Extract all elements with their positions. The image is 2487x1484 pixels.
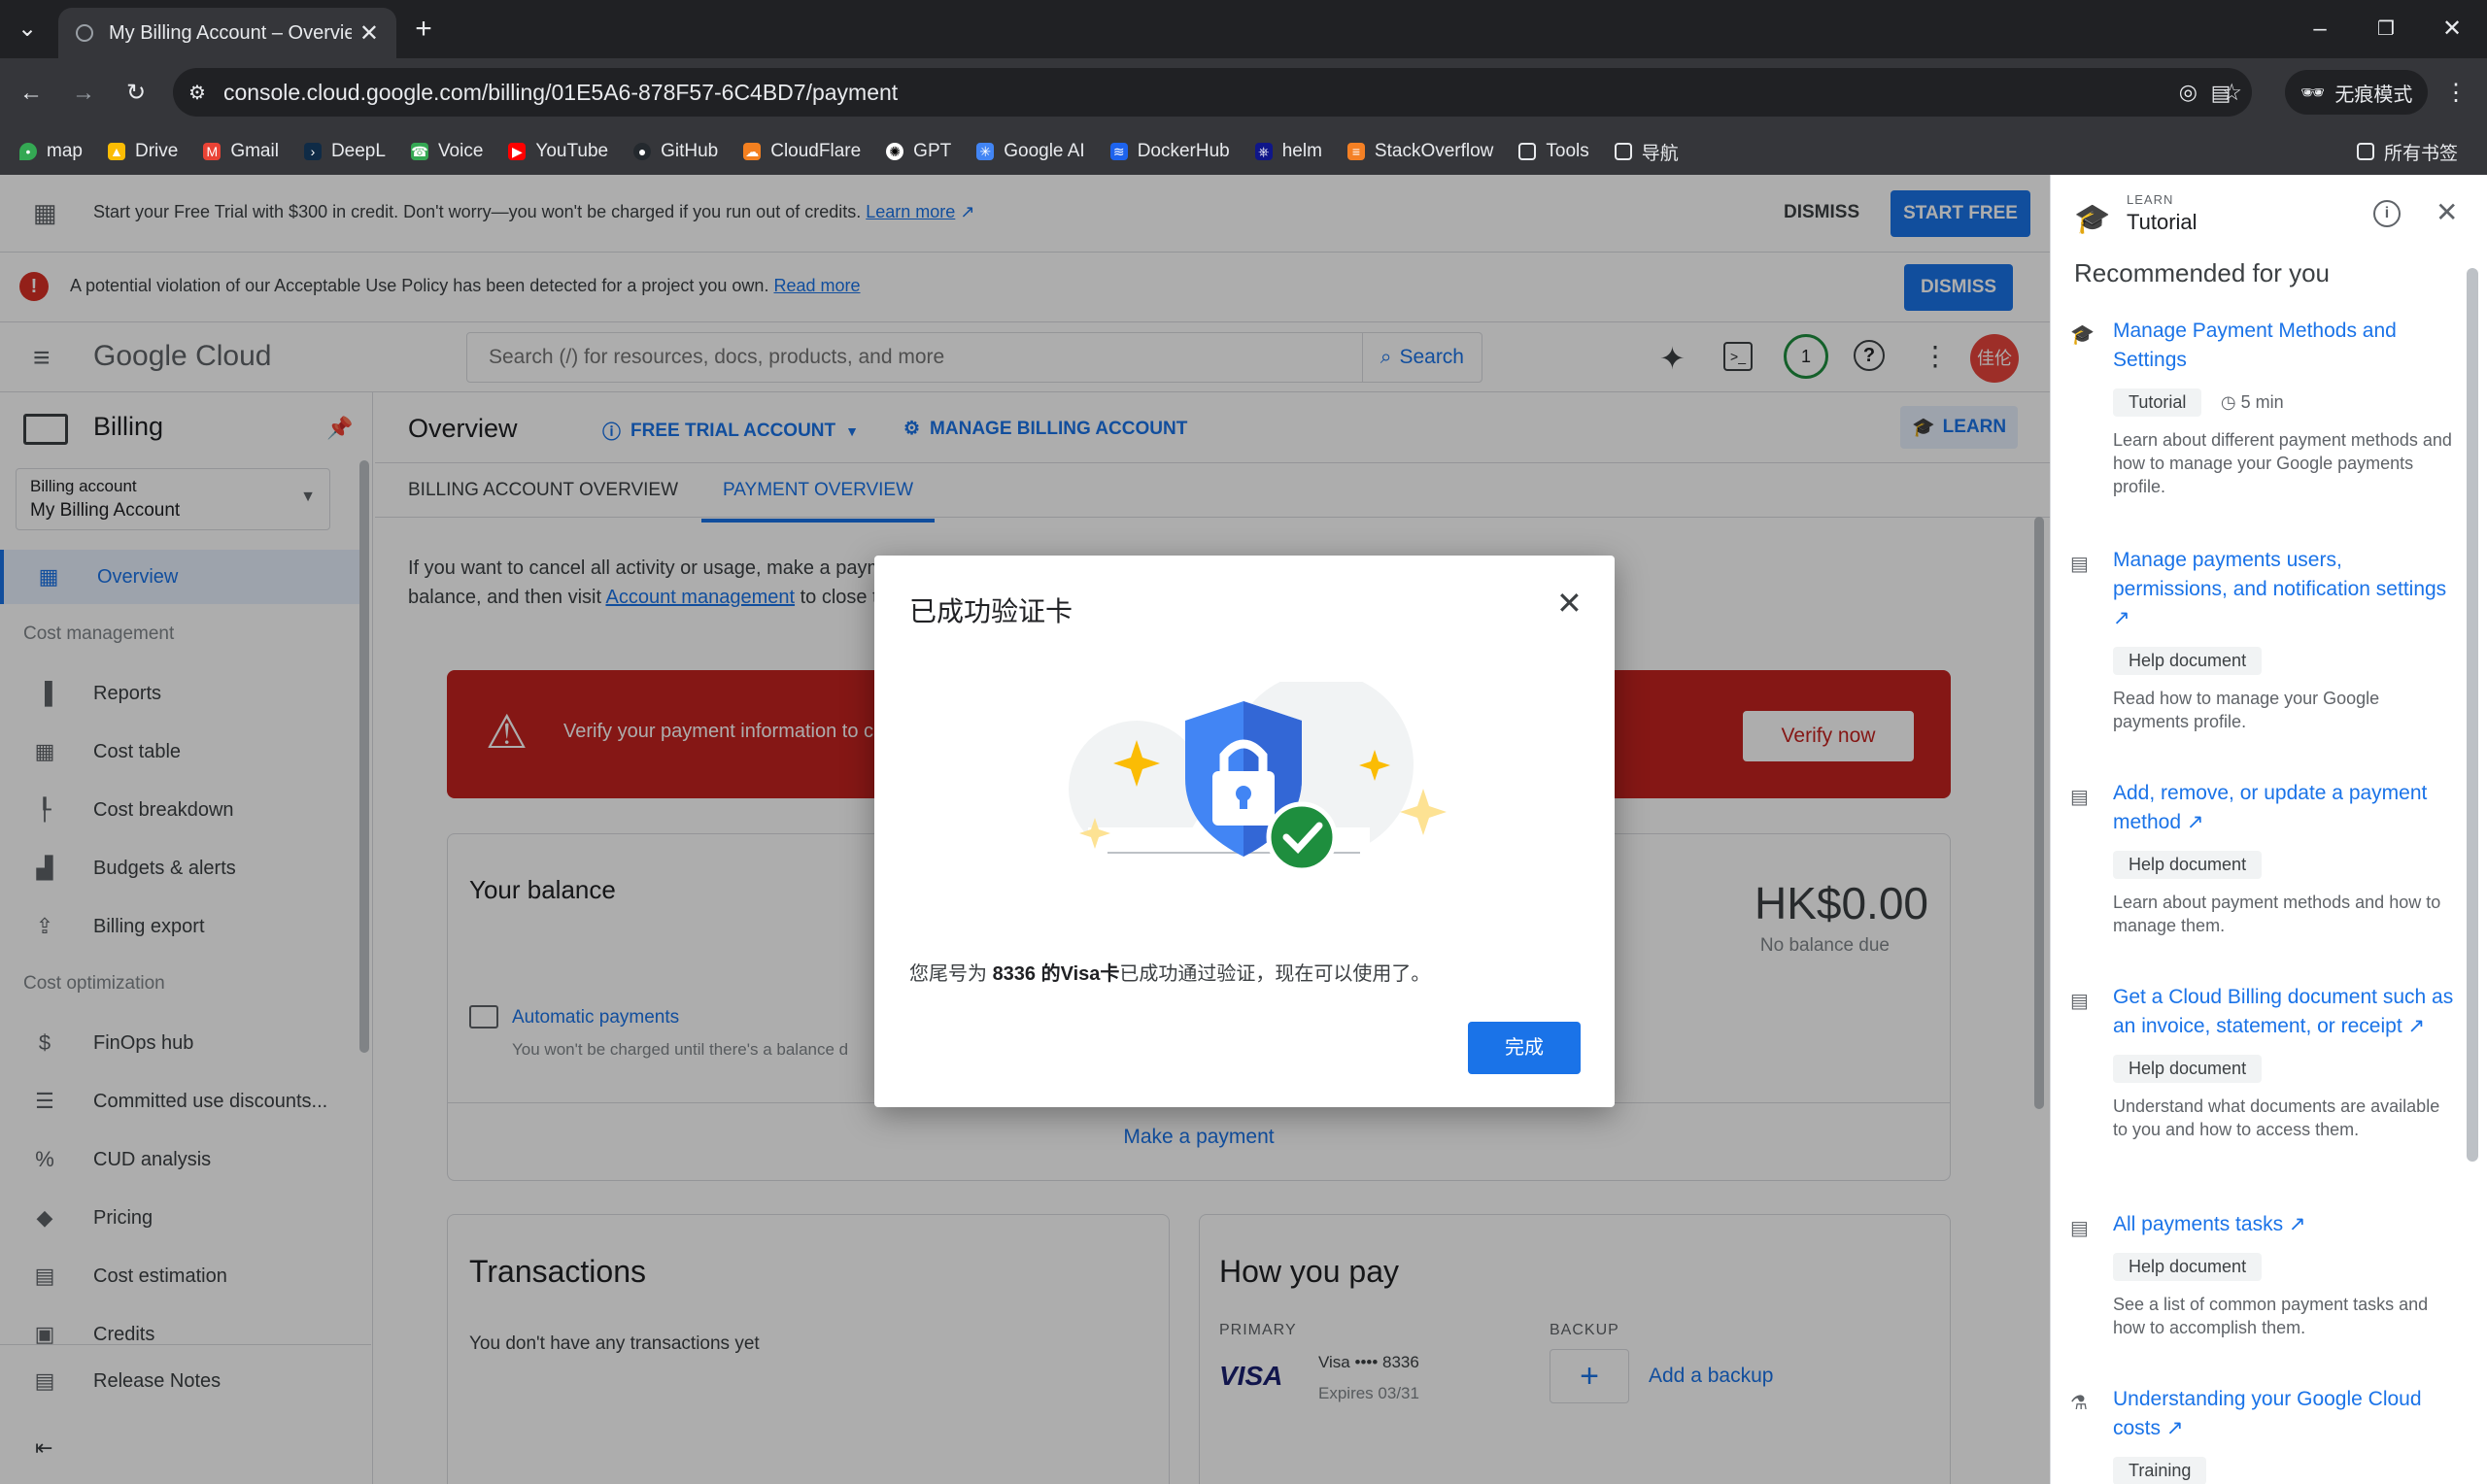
learn-item[interactable]: ⚗ Understanding your Google Cloud costs … xyxy=(2070,1385,2459,1484)
restore-icon[interactable]: ❐ xyxy=(2367,10,2405,49)
tab-search-icon[interactable]: ⌄ xyxy=(8,10,47,49)
stackoverflow-icon: ≡ xyxy=(1346,143,1365,160)
recommended-heading: Recommended for you xyxy=(2074,258,2331,287)
external-link-icon: ↗ xyxy=(2186,811,2204,833)
learn-item-tag: Help document xyxy=(2113,851,2263,879)
bookmark-folder-tools[interactable]: Tools xyxy=(1518,141,1589,162)
learn-item[interactable]: ▤ Manage payments users, permissions, an… xyxy=(2070,546,2459,733)
dialog-close-icon[interactable]: ✕ xyxy=(1556,585,1583,622)
map-pin-icon: • xyxy=(19,143,37,160)
shield-verified-illustration xyxy=(1069,682,1447,873)
bookmark-voice[interactable]: ☎ Voice xyxy=(410,141,483,162)
learn-item-tag: Training xyxy=(2113,1457,2207,1484)
school-icon: 🎓 xyxy=(2070,324,2095,346)
external-link-icon: ↗ xyxy=(2165,1417,2184,1439)
bookmark-deepl[interactable]: › DeepL xyxy=(303,141,386,162)
external-link-icon: ↗ xyxy=(2407,1015,2426,1037)
reload-icon[interactable]: ↻ xyxy=(117,74,155,113)
reading-list-icon[interactable]: ▤ xyxy=(2201,74,2240,113)
close-panel-icon[interactable]: ✕ xyxy=(2436,196,2458,228)
learn-panel: 🎓 LEARN Tutorial i ✕ Recommended for you… xyxy=(2050,175,2487,1484)
clock-icon: ◷ 5 min xyxy=(2220,392,2284,412)
bookmarks-bar: • map ▲ Drive M Gmail › DeepL ☎ Voice ▶ YouTub… xyxy=(0,128,2487,175)
folder-icon xyxy=(1518,143,1537,160)
browser-tab-strip: ⌄ My Billing Account – Overvie ✕ + – ❐ ✕ xyxy=(0,0,2487,58)
all-bookmarks[interactable]: 所有书签 xyxy=(2356,139,2458,165)
github-icon: ● xyxy=(633,143,652,160)
learn-item[interactable]: ▤ All payments tasks ↗ Help document See… xyxy=(2070,1210,2459,1339)
address-bar[interactable]: ⚙ console.cloud.google.com/billing/01E5A… xyxy=(173,68,2252,117)
helm-icon: ⎈ xyxy=(1254,143,1273,160)
browser-tab[interactable]: My Billing Account – Overvie ✕ xyxy=(58,8,396,58)
dialog-message: 您尾号为 8336 的Visa卡已成功通过验证，现在可以使用了。 xyxy=(909,963,1431,985)
learn-item[interactable]: ▤ Get a Cloud Billing document such as a… xyxy=(2070,983,2459,1141)
bookmark-github[interactable]: ● GitHub xyxy=(633,141,718,162)
cloudflare-icon: ☁ xyxy=(743,143,762,160)
docker-icon: ≋ xyxy=(1109,143,1128,160)
bookmark-map[interactable]: • map xyxy=(19,141,83,162)
document-icon: ▤ xyxy=(2070,554,2089,575)
folder-icon xyxy=(1614,143,1632,160)
learn-item-tag: Tutorial xyxy=(2113,388,2202,417)
youtube-icon: ▶ xyxy=(508,143,527,160)
incognito-indicator[interactable]: 🕶 无痕模式 xyxy=(2285,70,2429,115)
bookmark-drive[interactable]: ▲ Drive xyxy=(107,141,178,162)
bookmark-gpt[interactable]: ✺ GPT xyxy=(886,141,951,162)
google-ai-icon: ✳ xyxy=(976,143,995,160)
incognito-icon: 🕶 xyxy=(2300,82,2326,104)
incognito-label: 无痕模式 xyxy=(2334,84,2413,106)
tab-close-icon[interactable]: ✕ xyxy=(359,19,379,48)
document-icon: ▤ xyxy=(2070,787,2089,808)
folder-icon xyxy=(2356,143,2374,160)
document-icon: ▤ xyxy=(2070,1218,2089,1239)
drive-icon: ▲ xyxy=(107,143,125,160)
minimize-icon[interactable]: – xyxy=(2300,10,2339,49)
dialog-title: 已成功验证卡 xyxy=(909,596,1073,626)
bookmark-dockerhub[interactable]: ≋ DockerHub xyxy=(1109,141,1230,162)
external-link-icon: ↗ xyxy=(2113,607,2130,629)
deepl-icon: › xyxy=(303,143,322,160)
learn-item[interactable]: 🎓 Manage Payment Methods and Settings Tu… xyxy=(2070,317,2459,498)
card-verified-dialog: 已成功验证卡 ✕ 您尾号为 8336 的Visa卡已成功通过验证，现在可以使用了… xyxy=(874,556,1615,1107)
gpt-icon: ✺ xyxy=(886,143,904,160)
back-icon[interactable]: ← xyxy=(12,74,51,113)
external-link-icon: ↗ xyxy=(2288,1213,2306,1235)
learn-panel-title: Tutorial xyxy=(2127,210,2197,234)
bookmark-youtube[interactable]: ▶ YouTube xyxy=(508,141,608,162)
browser-menu-icon[interactable]: ⋮ xyxy=(2436,74,2475,113)
bookmark-cloudflare[interactable]: ☁ CloudFlare xyxy=(743,141,861,162)
learn-item-tag: Help document xyxy=(2113,647,2263,675)
learn-item-tag: Help document xyxy=(2113,1055,2263,1083)
site-info-icon[interactable]: ⚙ xyxy=(188,81,206,105)
new-tab-icon[interactable]: + xyxy=(404,10,443,49)
info-icon[interactable]: i xyxy=(2373,200,2401,227)
learn-eyebrow: LEARN xyxy=(2127,192,2174,207)
bookmark-helm[interactable]: ⎈ helm xyxy=(1254,141,1322,162)
bookmark-google-ai[interactable]: ✳ Google AI xyxy=(976,141,1085,162)
forward-icon[interactable]: → xyxy=(64,74,103,113)
document-icon: ▤ xyxy=(2070,991,2089,1012)
learn-panel-scrollbar[interactable] xyxy=(2467,268,2478,1162)
school-icon: 🎓 xyxy=(2074,203,2111,235)
learn-item[interactable]: ▤ Add, remove, or update a payment metho… xyxy=(2070,779,2459,937)
window-close-icon[interactable]: ✕ xyxy=(2433,10,2471,49)
bookmark-stackoverflow[interactable]: ≡ StackOverflow xyxy=(1346,141,1493,162)
gmail-icon: M xyxy=(203,143,221,160)
done-button[interactable]: 完成 xyxy=(1468,1022,1581,1074)
bookmark-gmail[interactable]: M Gmail xyxy=(203,141,279,162)
url-text: console.cloud.google.com/billing/01E5A6-… xyxy=(222,79,899,105)
voice-icon: ☎ xyxy=(410,143,428,160)
science-icon: ⚗ xyxy=(2070,1393,2088,1414)
tab-favicon-icon xyxy=(76,24,93,42)
tab-title: My Billing Account – Overvie xyxy=(109,21,352,44)
bookmark-folder-nav[interactable]: 导航 xyxy=(1614,139,1679,165)
eye-off-icon[interactable]: ◎ xyxy=(2179,80,2197,105)
learn-item-tag: Help document xyxy=(2113,1253,2263,1281)
